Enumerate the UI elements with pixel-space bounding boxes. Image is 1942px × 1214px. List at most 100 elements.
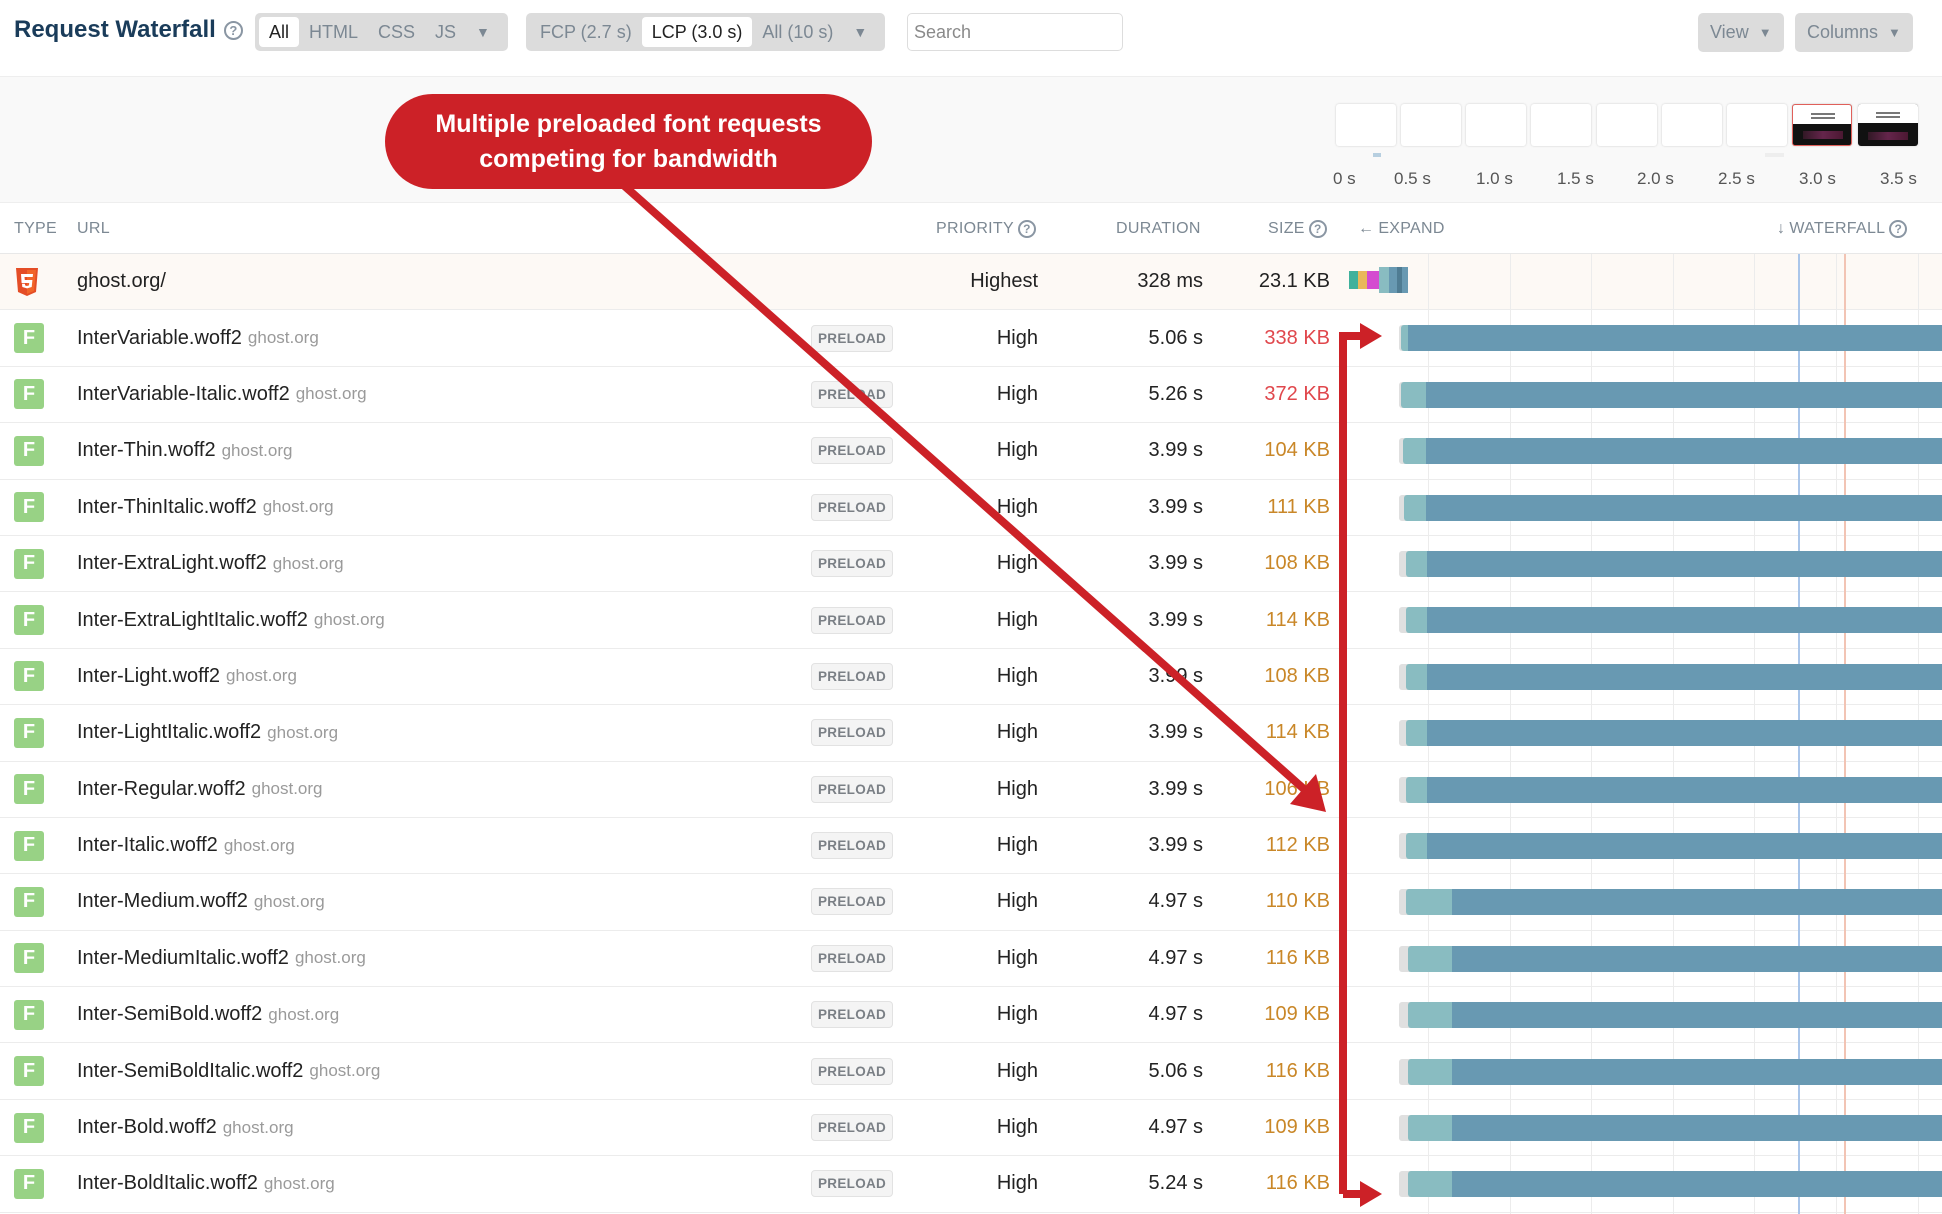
lcp-filmstrip-marker xyxy=(1765,153,1784,157)
col-header-type-label: TYPE xyxy=(14,220,57,237)
columns-button[interactable]: Columns ▼ xyxy=(1795,13,1913,52)
size-value: 109 KB xyxy=(1264,1116,1330,1139)
table-row[interactable]: F Inter-LightItalic.woff2 ghost.org PRELOAD… xyxy=(0,705,1942,762)
help-icon[interactable]: ? xyxy=(1889,220,1908,238)
table-row[interactable]: F Inter-Regular.woff2 ghost.org PRELOAD High… xyxy=(0,761,1942,818)
table-row[interactable]: F Inter-Bold.woff2 ghost.org PRELOAD High 4.9… xyxy=(0,1099,1942,1157)
help-icon[interactable]: ? xyxy=(1308,220,1327,238)
time-filter-dropdown-icon[interactable]: ▼ xyxy=(843,24,881,40)
table-row[interactable]: F Inter-SemiBold.woff2 ghost.org PRELOAD Hig… xyxy=(0,987,1942,1044)
filmstrip-frame-blank[interactable] xyxy=(1401,104,1461,146)
type-cell: F xyxy=(14,1100,44,1155)
preload-badge-cell: PRELOAD xyxy=(811,762,894,817)
size-value: 116 KB xyxy=(1265,1059,1330,1082)
url-cell[interactable]: Inter-SemiBoldItalic.woff2 ghost.org xyxy=(77,1043,380,1098)
table-row[interactable]: ghost.org/Highest 328 ms 23.1 KB xyxy=(0,254,1942,311)
preload-badge: PRELOAD xyxy=(811,437,894,465)
url-cell[interactable]: Inter-ExtraLightItalic.woff2 ghost.org xyxy=(77,592,385,647)
table-row[interactable]: F Inter-ExtraLightItalic.woff2 ghost.org PR… xyxy=(0,592,1942,649)
font-file-icon: F xyxy=(14,717,44,748)
font-file-icon: F xyxy=(14,1056,44,1087)
url-cell[interactable]: Inter-BoldItalic.woff2 ghost.org xyxy=(77,1156,335,1211)
priority-cell: High xyxy=(997,649,1038,704)
col-header-waterfall[interactable]: ↓ WATERFALL? xyxy=(1777,220,1908,238)
col-header-url[interactable]: URL xyxy=(77,220,110,238)
filmstrip-frame-blank[interactable] xyxy=(1466,104,1526,146)
type-filter-css[interactable]: CSS xyxy=(368,17,425,47)
preload-badge: PRELOAD xyxy=(811,380,894,408)
filmstrip-frame-blank[interactable] xyxy=(1727,104,1787,146)
help-icon[interactable]: ? xyxy=(223,20,243,40)
type-filter-html[interactable]: HTML xyxy=(299,17,368,47)
expand-button[interactable]: ← EXPAND xyxy=(1358,220,1445,238)
table-row[interactable]: F InterVariable.woff2 ghost.org PRELOAD High… xyxy=(0,310,1942,367)
type-filter-all[interactable]: All xyxy=(259,17,300,47)
view-button[interactable]: View ▼ xyxy=(1698,13,1784,52)
url-cell[interactable]: Inter-Regular.woff2 ghost.org xyxy=(77,762,323,817)
priority-value: High xyxy=(996,1003,1038,1026)
url-cell[interactable]: Inter-SemiBold.woff2 ghost.org xyxy=(77,987,339,1042)
table-row[interactable]: F Inter-Thin.woff2 ghost.org PRELOAD High 3.9… xyxy=(0,423,1942,480)
col-header-type[interactable]: TYPE xyxy=(14,220,57,238)
search-input[interactable] xyxy=(907,13,1123,51)
preload-badge-cell: PRELOAD xyxy=(811,310,894,365)
table-row[interactable]: F Inter-Light.woff2 ghost.org PRELOAD High 3.… xyxy=(0,648,1942,706)
type-filter-more-dropdown-icon[interactable]: ▼ xyxy=(466,24,504,40)
url-cell[interactable]: ghost.org/ xyxy=(77,254,172,309)
url-cell[interactable]: InterVariable.woff2 ghost.org xyxy=(77,310,319,365)
type-cell: F xyxy=(14,818,44,873)
url-cell[interactable]: Inter-ExtraLight.woff2 ghost.org xyxy=(77,536,344,591)
url-host: ghost.org xyxy=(226,666,297,686)
priority-value: High xyxy=(996,439,1038,462)
col-header-duration[interactable]: DURATION xyxy=(1116,220,1201,238)
time-filter-fcp[interactable]: FCP (2.7 s) xyxy=(530,17,642,47)
filmstrip-frame-blank[interactable] xyxy=(1662,104,1722,146)
col-header-size[interactable]: SIZE? xyxy=(1268,220,1327,238)
help-icon[interactable]: ? xyxy=(1017,220,1036,238)
table-row[interactable]: F Inter-SemiBoldItalic.woff2 ghost.org PREL… xyxy=(0,1043,1942,1100)
table-row[interactable]: F Inter-BoldItalic.woff2 ghost.org PRELOAD H… xyxy=(0,1156,1942,1213)
duration-cell: 3.99 s xyxy=(1149,705,1203,760)
col-header-priority[interactable]: PRIORITY? xyxy=(936,220,1036,238)
url-cell[interactable]: InterVariable-Italic.woff2 ghost.org xyxy=(77,367,367,422)
type-filter-js[interactable]: JS xyxy=(425,17,466,47)
table-row[interactable]: F Inter-ExtraLight.woff2 ghost.org PRELOAD H… xyxy=(0,535,1942,593)
preload-badge-cell: PRELOAD xyxy=(811,987,894,1042)
type-cell: F xyxy=(14,762,44,817)
size-cell: 23.1 KB xyxy=(1259,254,1330,309)
preload-badge: PRELOAD xyxy=(811,832,894,860)
filmstrip-frame-screenshot[interactable] xyxy=(1792,104,1852,146)
url-cell[interactable]: Inter-Light.woff2 ghost.org xyxy=(77,649,297,704)
time-filter-lcp[interactable]: LCP (3.0 s) xyxy=(641,17,753,47)
url-cell[interactable]: Inter-Italic.woff2 ghost.org xyxy=(77,818,295,873)
url-filename: Inter-SemiBold.woff2 xyxy=(77,1003,263,1026)
priority-value: High xyxy=(996,495,1038,518)
url-cell[interactable]: Inter-ThinItalic.woff2 ghost.org xyxy=(77,480,334,535)
url-cell[interactable]: Inter-Bold.woff2 ghost.org xyxy=(77,1100,294,1155)
filmstrip-frame-blank[interactable] xyxy=(1597,104,1657,146)
url-cell[interactable]: Inter-Medium.woff2 ghost.org xyxy=(77,874,325,929)
filmstrip-frame-blank[interactable] xyxy=(1531,104,1591,146)
priority-value: Highest xyxy=(970,270,1038,293)
size-value: 116 KB xyxy=(1265,1172,1330,1195)
col-header-duration-label: DURATION xyxy=(1116,220,1201,237)
table-row[interactable]: F Inter-MediumItalic.woff2 ghost.org PRELOA… xyxy=(0,930,1942,988)
toolbar: Request Waterfall ? All HTML CSS JS ▼ FC… xyxy=(0,0,1942,76)
filmstrip-frame-blank[interactable] xyxy=(1336,104,1396,146)
table-row[interactable]: F Inter-Italic.woff2 ghost.org PRELOAD High 3… xyxy=(0,817,1942,875)
table-row[interactable]: F Inter-Medium.woff2 ghost.org PRELOAD High 4… xyxy=(0,874,1942,931)
time-filter-all[interactable]: All (10 s) xyxy=(752,17,843,47)
url-filename: Inter-LightItalic.woff2 xyxy=(77,721,262,744)
table-row[interactable]: F InterVariable-Italic.woff2 ghost.org PREL… xyxy=(0,366,1942,424)
url-cell[interactable]: Inter-MediumItalic.woff2 ghost.org xyxy=(77,931,366,986)
priority-cell: High xyxy=(997,1156,1038,1211)
url-cell[interactable]: Inter-LightItalic.woff2 ghost.org xyxy=(77,705,338,760)
size-value: 23.1 KB xyxy=(1258,270,1330,293)
duration-value: 3.99 s xyxy=(1148,834,1203,857)
size-value: 111 KB xyxy=(1267,495,1330,518)
type-cell: F xyxy=(14,1043,44,1098)
table-row[interactable]: F Inter-ThinItalic.woff2 ghost.org PRELOAD H… xyxy=(0,479,1942,536)
priority-cell: High xyxy=(997,874,1038,929)
filmstrip-frame-screenshot[interactable] xyxy=(1858,104,1918,146)
url-cell[interactable]: Inter-Thin.woff2 ghost.org xyxy=(77,423,292,478)
